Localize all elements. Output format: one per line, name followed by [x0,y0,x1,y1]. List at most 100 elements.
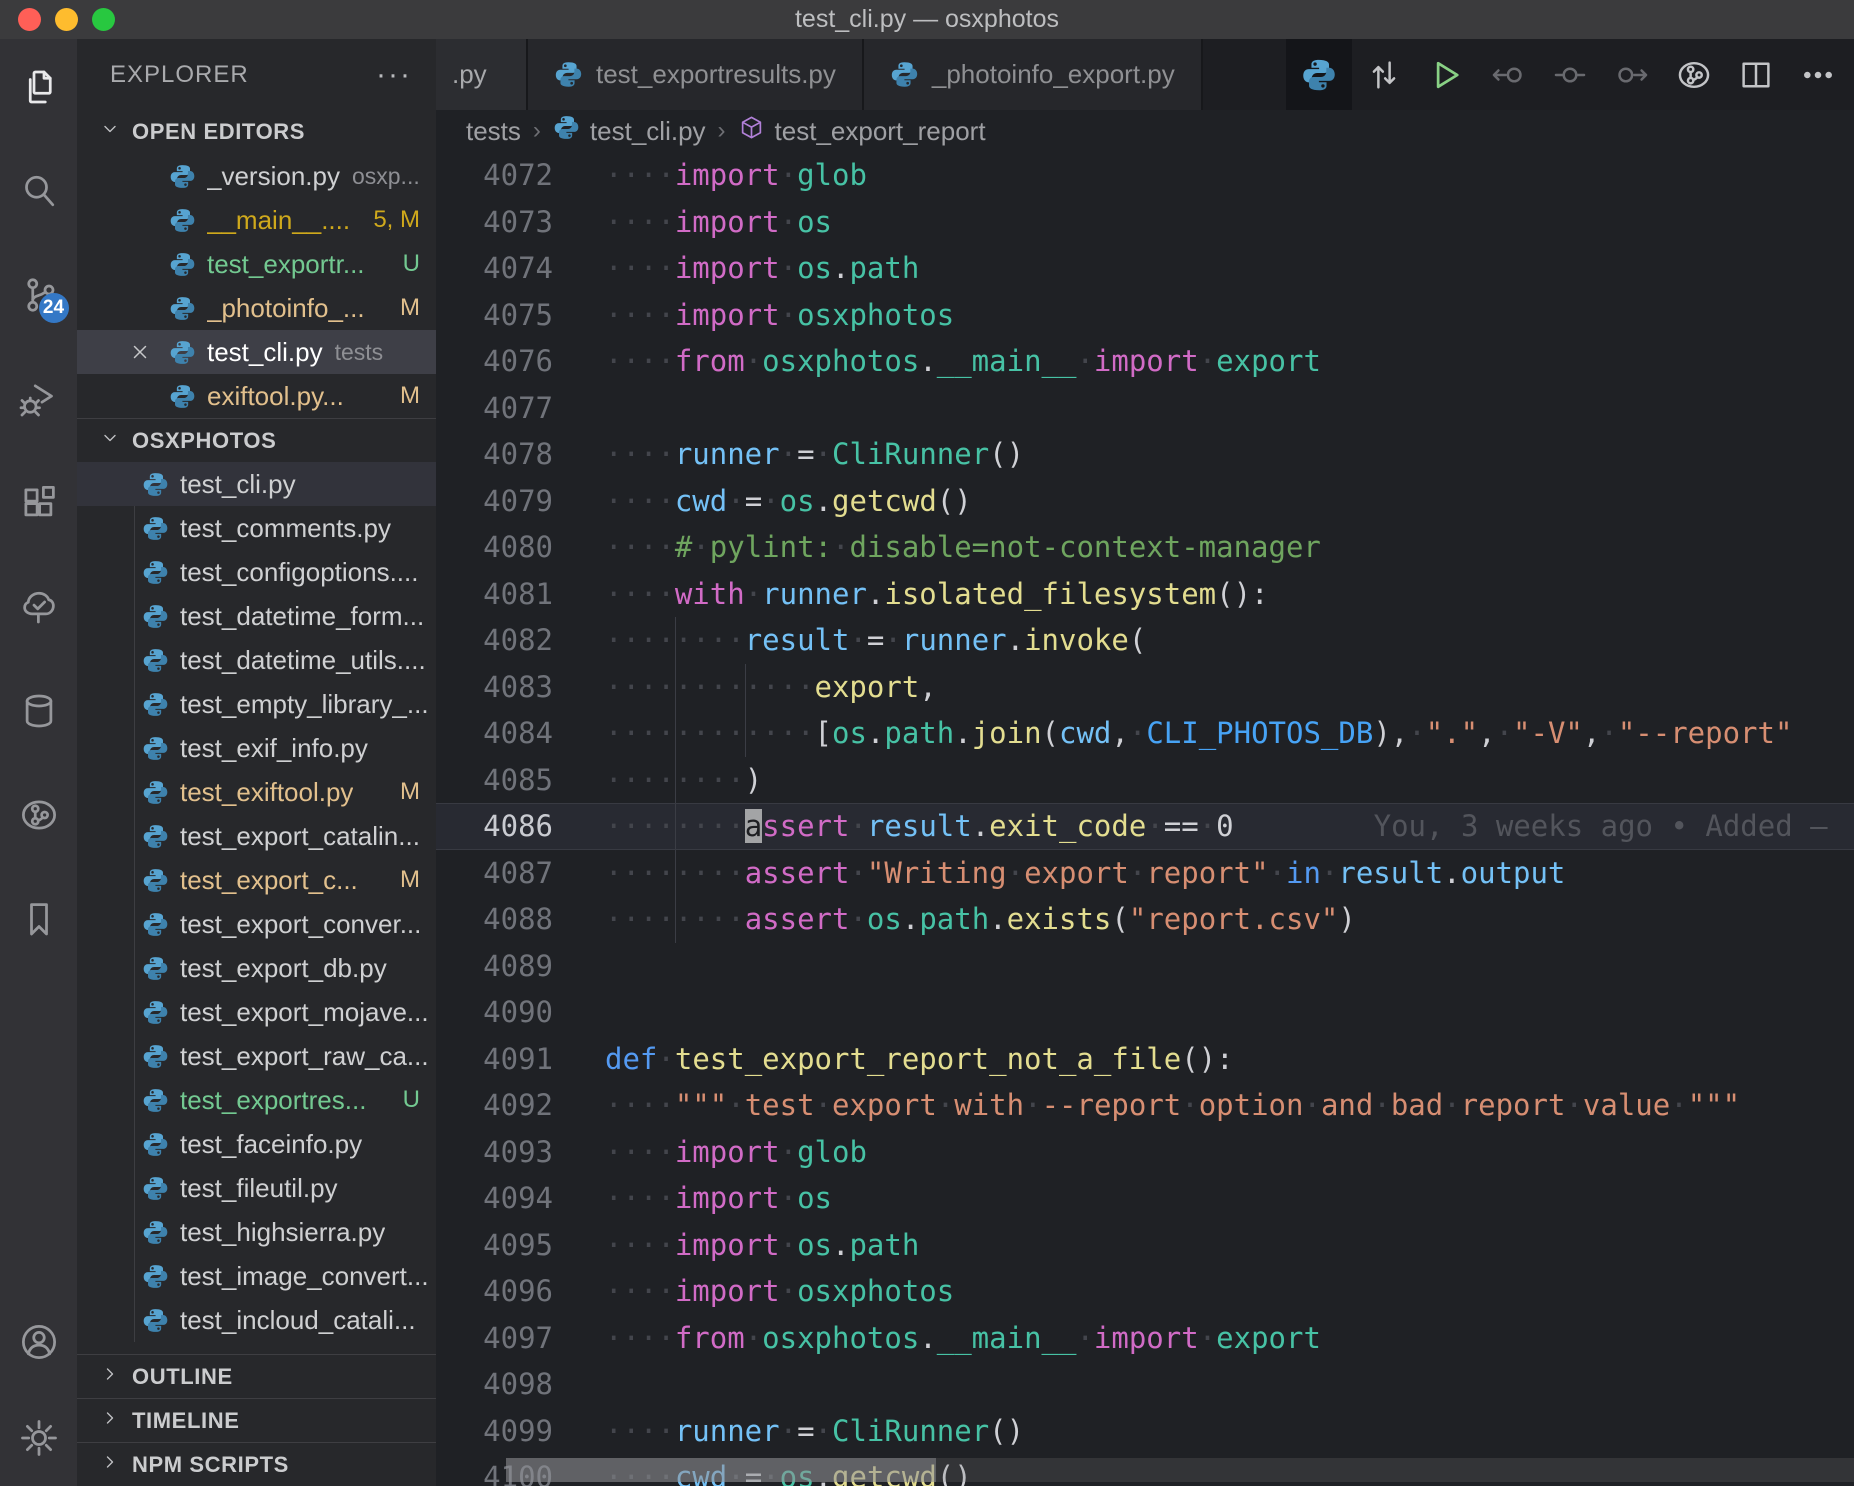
line-number[interactable]: 4091 [436,1042,605,1076]
minimize-window-button[interactable] [55,8,78,31]
line-number[interactable]: 4079 [436,484,605,518]
code-line[interactable]: 4076····from·osxphotos.__main__·import·e… [436,338,1854,385]
breadcrumb-item[interactable]: test_export_report [738,114,986,148]
line-number[interactable]: 4098 [436,1367,605,1401]
code-line[interactable]: 4098 [436,1361,1854,1408]
line-number[interactable]: 4095 [436,1228,605,1262]
horizontal-scrollbar-slider[interactable] [506,1458,936,1482]
open-editor-item[interactable]: __main__....5, M [77,198,436,242]
code-line[interactable]: 4074····import·os.path [436,245,1854,292]
code-line[interactable]: 4084············[os.path.join(cwd,·CLI_P… [436,710,1854,757]
tree-item[interactable]: test_export_raw_ca... [77,1034,436,1078]
activity-bar-bookmarks[interactable] [19,899,59,939]
activity-bar-source-control[interactable]: 24 [19,275,59,315]
sidebar-section-outline[interactable]: OUTLINE [77,1354,436,1398]
line-number[interactable]: 4092 [436,1088,605,1122]
tree-item[interactable]: test_exportres...U [77,1078,436,1122]
line-number[interactable]: 4093 [436,1135,605,1169]
tree-item[interactable]: test_comments.py [77,506,436,550]
toolbar-gitlens[interactable] [1676,57,1712,93]
code-line[interactable]: 4083············export, [436,664,1854,711]
line-number[interactable]: 4078 [436,437,605,471]
code-line[interactable]: 4086········assert·result.exit_code·==·0… [436,803,1854,850]
code-line[interactable]: 4077 [436,385,1854,432]
code-line[interactable]: 4073····import·os [436,199,1854,246]
tree-item[interactable]: test_image_convert... [77,1254,436,1298]
code-line[interactable]: 4091def·test_export_report_not_a_file(): [436,1036,1854,1083]
code-line[interactable]: 4075····import·osxphotos [436,292,1854,339]
line-number[interactable]: 4076 [436,344,605,378]
tree-item[interactable]: test_exiftool.pyM [77,770,436,814]
tree-item[interactable]: test_datetime_form... [77,594,436,638]
line-number[interactable]: 4090 [436,995,605,1029]
code-line[interactable]: 4079····cwd·=·os.getcwd() [436,478,1854,525]
sidebar-more-actions-icon[interactable]: ··· [376,58,412,92]
code-line[interactable]: 4097····from·osxphotos.__main__·import·e… [436,1315,1854,1362]
tree-item[interactable]: test_export_mojave... [77,990,436,1034]
line-number[interactable]: 4077 [436,391,605,425]
open-editor-item[interactable]: test_exportr...U [77,242,436,286]
tree-item[interactable]: test_datetime_utils.... [77,638,436,682]
activity-bar-todo-tree[interactable] [19,587,59,627]
line-number[interactable]: 4099 [436,1414,605,1448]
line-number[interactable]: 4097 [436,1321,605,1355]
line-number[interactable]: 4073 [436,205,605,239]
activity-bar-database[interactable] [19,691,59,731]
code-line[interactable]: 4080····#·pylint:·disable=not-context-ma… [436,524,1854,571]
line-number[interactable]: 4074 [436,251,605,285]
tree-item[interactable]: test_export_conver... [77,902,436,946]
line-number[interactable]: 4085 [436,763,605,797]
line-number[interactable]: 4072 [436,158,605,192]
python-interpreter-indicator[interactable] [1286,39,1352,110]
editor-tab[interactable]: _photoinfo_export.py [864,39,1203,110]
tree-item[interactable]: test_incloud_catali... [77,1298,436,1342]
open-editor-item[interactable]: _photoinfo_...M [77,286,436,330]
code-line[interactable]: 4090 [436,989,1854,1036]
tree-item[interactable]: test_export_catalin... [77,814,436,858]
code-line[interactable]: 4093····import·glob [436,1129,1854,1176]
code-editor[interactable]: 4072····import·glob4073····import·os4074… [436,152,1854,1486]
code-line[interactable]: 4081····with·runner.isolated_filesystem(… [436,571,1854,618]
editor-tab[interactable]: .py [436,39,528,110]
activity-bar-search[interactable] [19,171,59,211]
close-editor-icon[interactable] [129,341,169,363]
line-number[interactable]: 4082 [436,623,605,657]
line-number[interactable]: 4096 [436,1274,605,1308]
code-line[interactable]: 4092····"""·test·export·with·--report·op… [436,1082,1854,1129]
tree-item[interactable]: test_fileutil.py [77,1166,436,1210]
toolbar-reverse-continue[interactable] [1552,57,1588,93]
code-line[interactable]: 4099····runner·=·CliRunner() [436,1408,1854,1455]
tree-item[interactable]: test_exif_info.py [77,726,436,770]
code-line[interactable]: 4095····import·os.path [436,1222,1854,1269]
activity-bar-run-and-debug[interactable] [19,379,59,419]
tree-item[interactable]: test_export_db.py [77,946,436,990]
open-editor-item[interactable]: exiftool.py...M [77,374,436,418]
toolbar-run[interactable] [1428,57,1464,93]
editor-tab[interactable]: test_exportresults.py [528,39,864,110]
code-line[interactable]: 4094····import·os [436,1175,1854,1222]
activity-bar-gitlens[interactable] [19,795,59,835]
code-line[interactable]: 4088········assert·os.path.exists("repor… [436,896,1854,943]
activity-bar-explorer[interactable] [19,67,59,107]
line-number[interactable]: 4087 [436,856,605,890]
line-number[interactable]: 4075 [436,298,605,332]
tree-item[interactable]: test_faceinfo.py [77,1122,436,1166]
line-number[interactable]: 4080 [436,530,605,564]
sidebar-section-timeline[interactable]: TIMELINE [77,1398,436,1442]
code-line[interactable]: 4082········result·=·runner.invoke( [436,617,1854,664]
tree-item[interactable]: test_export_c...M [77,858,436,902]
line-number[interactable]: 4081 [436,577,605,611]
code-line[interactable]: 4078····runner·=·CliRunner() [436,431,1854,478]
toolbar-step-over[interactable] [1614,57,1650,93]
tree-item[interactable]: test_highsierra.py [77,1210,436,1254]
zoom-window-button[interactable] [92,8,115,31]
toolbar-compare-changes[interactable] [1366,57,1402,93]
code-line[interactable]: 4085········) [436,757,1854,804]
tree-item[interactable]: test_cli.py [77,462,436,506]
horizontal-scrollbar[interactable] [506,1458,1854,1482]
line-number[interactable]: 4089 [436,949,605,983]
toolbar-more-actions[interactable] [1800,57,1836,93]
tree-item[interactable]: test_empty_library_... [77,682,436,726]
code-line[interactable]: 4072····import·glob [436,152,1854,199]
open-editors-header[interactable]: OPEN EDITORS [77,110,436,154]
